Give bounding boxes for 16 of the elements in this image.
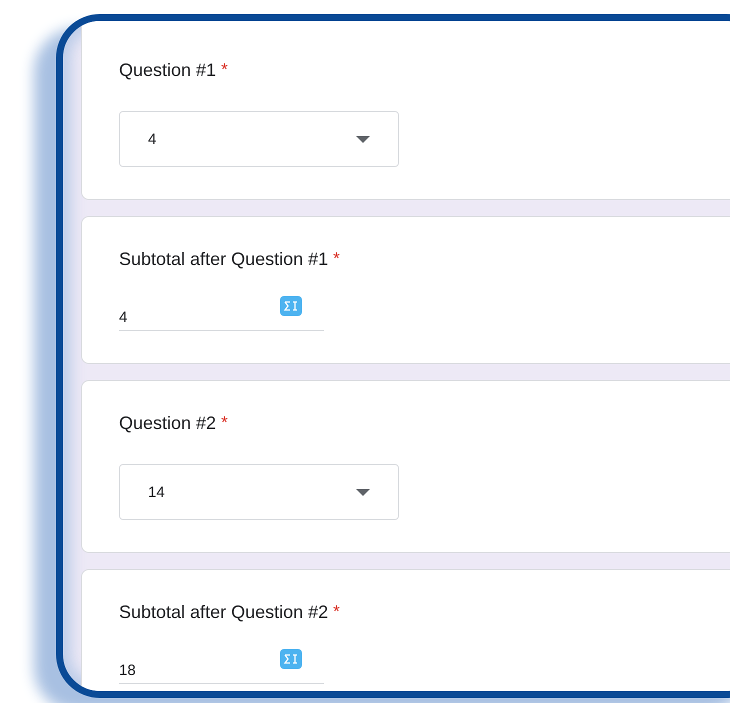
question-title: Question #2 [119,413,216,434]
dropdown[interactable]: 14 [119,464,399,520]
required-asterisk: * [221,60,228,80]
dropdown[interactable]: 4 [119,111,399,167]
answer-field[interactable]: 4 [119,299,128,326]
caret-icon [356,136,370,142]
required-asterisk: * [221,413,228,433]
required-asterisk: * [333,249,340,269]
caret-icon [356,488,370,496]
formula-icon [280,649,302,669]
required-asterisk: * [333,602,340,622]
question-title: Question #1 [119,60,216,81]
formula-icon [280,296,302,316]
question-title: Subtotal after Question #1 [119,249,328,270]
answer-field[interactable]: 18 [119,652,136,679]
question-title: Subtotal after Question #2 [119,602,328,623]
